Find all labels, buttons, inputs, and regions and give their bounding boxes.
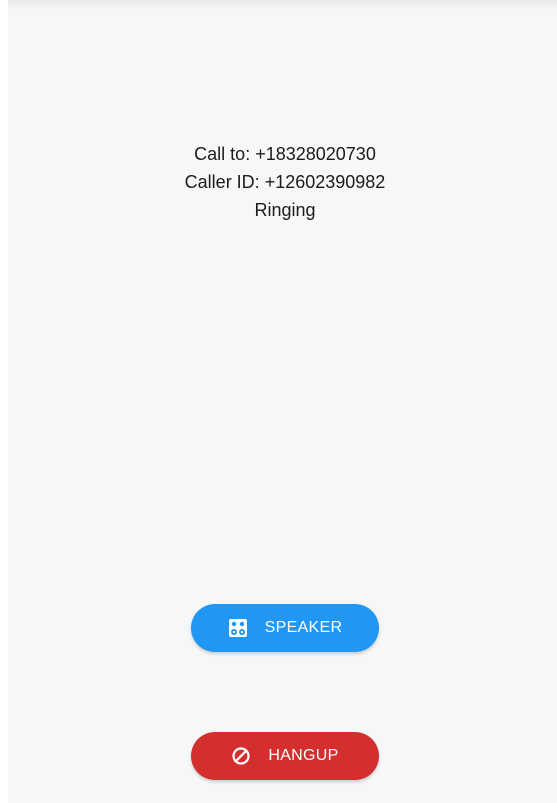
block-icon: [231, 746, 251, 766]
hangup-button-label: HANGUP: [268, 747, 339, 764]
call-info: Call to: +18328020730 Caller ID: +126023…: [0, 140, 557, 224]
speaker-button[interactable]: SPEAKER: [191, 604, 379, 652]
call-status-text: Ringing: [254, 200, 316, 220]
screen-edge: [0, 0, 8, 803]
call-to-text: Call to: +18328020730: [194, 144, 376, 164]
caller-id-text: Caller ID: +12602390982: [184, 172, 386, 192]
speaker-button-label: SPEAKER: [264, 619, 343, 636]
status-bar-shadow: [8, 0, 557, 10]
speaker-icon: [228, 618, 248, 638]
hangup-button[interactable]: HANGUP: [191, 732, 379, 780]
